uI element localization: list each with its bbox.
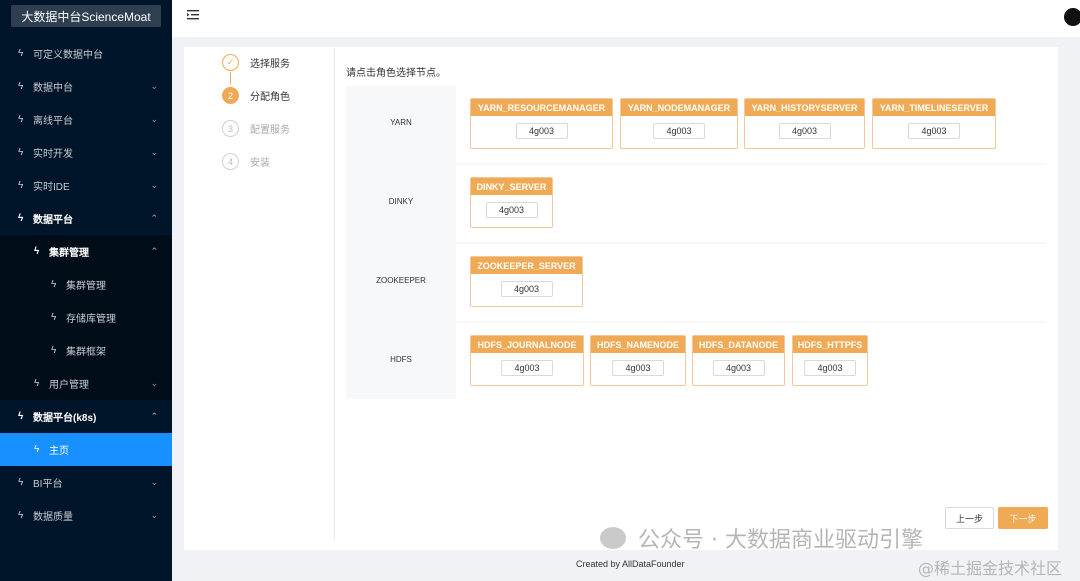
node-tag[interactable]: 4g003: [515, 123, 568, 139]
lightning-icon: ϟ: [18, 81, 24, 92]
chevron-down-icon: ⌄: [150, 477, 158, 487]
chevron-up-icon: ⌃: [150, 213, 158, 223]
lightning-icon: ϟ: [18, 477, 24, 488]
role-name: HDFS_HTTPFS: [793, 336, 867, 353]
check-icon: ✓: [222, 54, 239, 71]
menu-item-data-quality[interactable]: ϟ 数据质量 ⌄: [0, 499, 172, 532]
menu-item-cluster-mgmt-group[interactable]: ϟ 集群管理 ⌃: [0, 235, 172, 268]
lightning-icon: ϟ: [18, 411, 24, 422]
lightning-icon: ϟ: [34, 444, 40, 455]
corner-watermark: @稀土掘金技术社区: [918, 559, 1063, 578]
role-card[interactable]: ZOOKEEPER_SERVER 4g003: [470, 256, 583, 307]
lightning-icon: ϟ: [18, 48, 24, 59]
role-name: YARN_HISTORYSERVER: [745, 99, 864, 116]
node-tag[interactable]: 4g003: [501, 360, 553, 376]
step-number: 3: [222, 120, 239, 137]
role-card[interactable]: HDFS_JOURNALNODE 4g003: [470, 335, 584, 386]
prev-step-button[interactable]: 上一步: [945, 507, 994, 529]
menu-item-repository-mgmt[interactable]: ϟ 存储库管理: [0, 301, 172, 334]
group-name-zookeeper: ZOOKEEPER: [376, 276, 426, 285]
wechat-icon: [600, 527, 626, 549]
role-card[interactable]: HDFS_DATANODE 4g003: [692, 335, 785, 386]
lightning-icon: ϟ: [18, 114, 24, 125]
footer-credit: Created by AllDataFounder: [576, 559, 685, 569]
role-card[interactable]: YARN_TIMELINESERVER 4g003: [872, 98, 996, 149]
step-install[interactable]: 4 安装: [222, 153, 270, 170]
node-tag[interactable]: 4g003: [653, 123, 705, 139]
lightning-icon: ϟ: [18, 510, 24, 521]
chevron-up-icon: ⌃: [150, 411, 158, 421]
menu-item-data-platform[interactable]: ϟ 数据平台 ⌃: [0, 202, 172, 235]
node-tag[interactable]: 4g003: [612, 360, 664, 376]
node-tag[interactable]: 4g003: [485, 202, 538, 218]
lightning-icon: ϟ: [18, 180, 24, 191]
role-name: YARN_NODEMANAGER: [621, 99, 737, 116]
role-name: DINKY_SERVER: [471, 178, 552, 195]
chevron-down-icon: ⌄: [150, 378, 158, 388]
role-name: ZOOKEEPER_SERVER: [471, 257, 582, 274]
chevron-down-icon: ⌄: [150, 114, 158, 124]
menu-fold-icon[interactable]: [186, 8, 200, 22]
group-name-yarn: YARN: [390, 118, 412, 127]
menu-item-data-platform-k8s[interactable]: ϟ 数据平台(k8s) ⌃: [0, 400, 172, 433]
step-number: 4: [222, 153, 239, 170]
lightning-icon: ϟ: [18, 213, 24, 224]
sidebar: 大数据中台ScienceMoat ϟ 可定义数据中台 ϟ 数据中台 ⌄ ϟ 离线平台 ⌄ …: [0, 0, 172, 581]
role-name: YARN_TIMELINESERVER: [873, 99, 995, 116]
menu-item-custom-datacenter[interactable]: ϟ 可定义数据中台: [0, 37, 172, 70]
group-name-dinky: DINKY: [388, 197, 414, 206]
menu-item-offline[interactable]: ϟ 离线平台 ⌄: [0, 103, 172, 136]
node-tag[interactable]: 4g003: [500, 281, 553, 297]
group-name-hdfs: HDFS: [390, 355, 412, 364]
menu-item-datacenter[interactable]: ϟ 数据中台 ⌄: [0, 70, 172, 103]
lightning-icon: ϟ: [34, 378, 40, 389]
role-card[interactable]: YARN_HISTORYSERVER 4g003: [744, 98, 865, 149]
lightning-icon: ϟ: [51, 345, 57, 356]
role-card[interactable]: HDFS_HTTPFS 4g003: [792, 335, 868, 386]
menu-item-bi[interactable]: ϟ BI平台 ⌄: [0, 466, 172, 499]
next-step-button[interactable]: 下一步: [998, 507, 1048, 529]
lightning-icon: ϟ: [51, 312, 57, 323]
lightning-icon: ϟ: [51, 279, 57, 290]
chevron-down-icon: ⌄: [150, 180, 158, 190]
chevron-down-icon: ⌄: [150, 510, 158, 520]
node-tag[interactable]: 4g003: [778, 123, 831, 139]
role-card[interactable]: YARN_RESOURCEMANAGER 4g003: [470, 98, 613, 149]
step-assign-roles[interactable]: 2 分配角色: [222, 87, 290, 104]
role-name: HDFS_NAMENODE: [591, 336, 685, 353]
github-icon[interactable]: [1064, 8, 1080, 26]
role-card[interactable]: HDFS_NAMENODE 4g003: [590, 335, 686, 386]
node-tag[interactable]: 4g003: [908, 123, 960, 139]
lightning-icon: ϟ: [18, 147, 24, 158]
node-tag[interactable]: 4g003: [804, 360, 856, 376]
top-header: [172, 0, 1080, 37]
sidebar-menu: ϟ 可定义数据中台 ϟ 数据中台 ⌄ ϟ 离线平台 ⌄ ϟ 实时开发 ⌄ ϟ 实时IDE ⌄ ϟ数…: [0, 37, 172, 532]
menu-item-home[interactable]: ϟ 主页: [0, 433, 172, 466]
chevron-down-icon: ⌄: [150, 147, 158, 157]
hint-text: 请点击角色选择节点。: [346, 68, 446, 79]
lightning-icon: ϟ: [34, 246, 40, 257]
role-name: HDFS_JOURNALNODE: [471, 336, 583, 353]
chevron-up-icon: ⌃: [150, 246, 158, 256]
step-config-service[interactable]: 3 配置服务: [222, 120, 290, 137]
step-connector: [230, 72, 231, 84]
menu-item-cluster-framework[interactable]: ϟ 集群框架: [0, 334, 172, 367]
role-name: YARN_RESOURCEMANAGER: [471, 99, 612, 116]
menu-item-user-mgmt[interactable]: ϟ 用户管理 ⌄: [0, 367, 172, 400]
step-number: 2: [222, 87, 239, 104]
menu-item-realtime-ide[interactable]: ϟ 实时IDE ⌄: [0, 169, 172, 202]
chevron-down-icon: ⌄: [150, 81, 158, 91]
watermark: 公众号 · 大数据商业驱动引擎: [600, 522, 923, 554]
node-tag[interactable]: 4g003: [712, 360, 765, 376]
role-card[interactable]: YARN_NODEMANAGER 4g003: [620, 98, 738, 149]
role-card[interactable]: DINKY_SERVER 4g003: [470, 177, 553, 228]
menu-item-realtime-dev[interactable]: ϟ 实时开发 ⌄: [0, 136, 172, 169]
step-select-service[interactable]: ✓ 选择服务: [222, 54, 290, 71]
menu-item-cluster-mgmt[interactable]: ϟ 集群管理: [0, 268, 172, 301]
role-name: HDFS_DATANODE: [693, 336, 784, 353]
brand-title: 大数据中台ScienceMoat: [11, 5, 161, 27]
